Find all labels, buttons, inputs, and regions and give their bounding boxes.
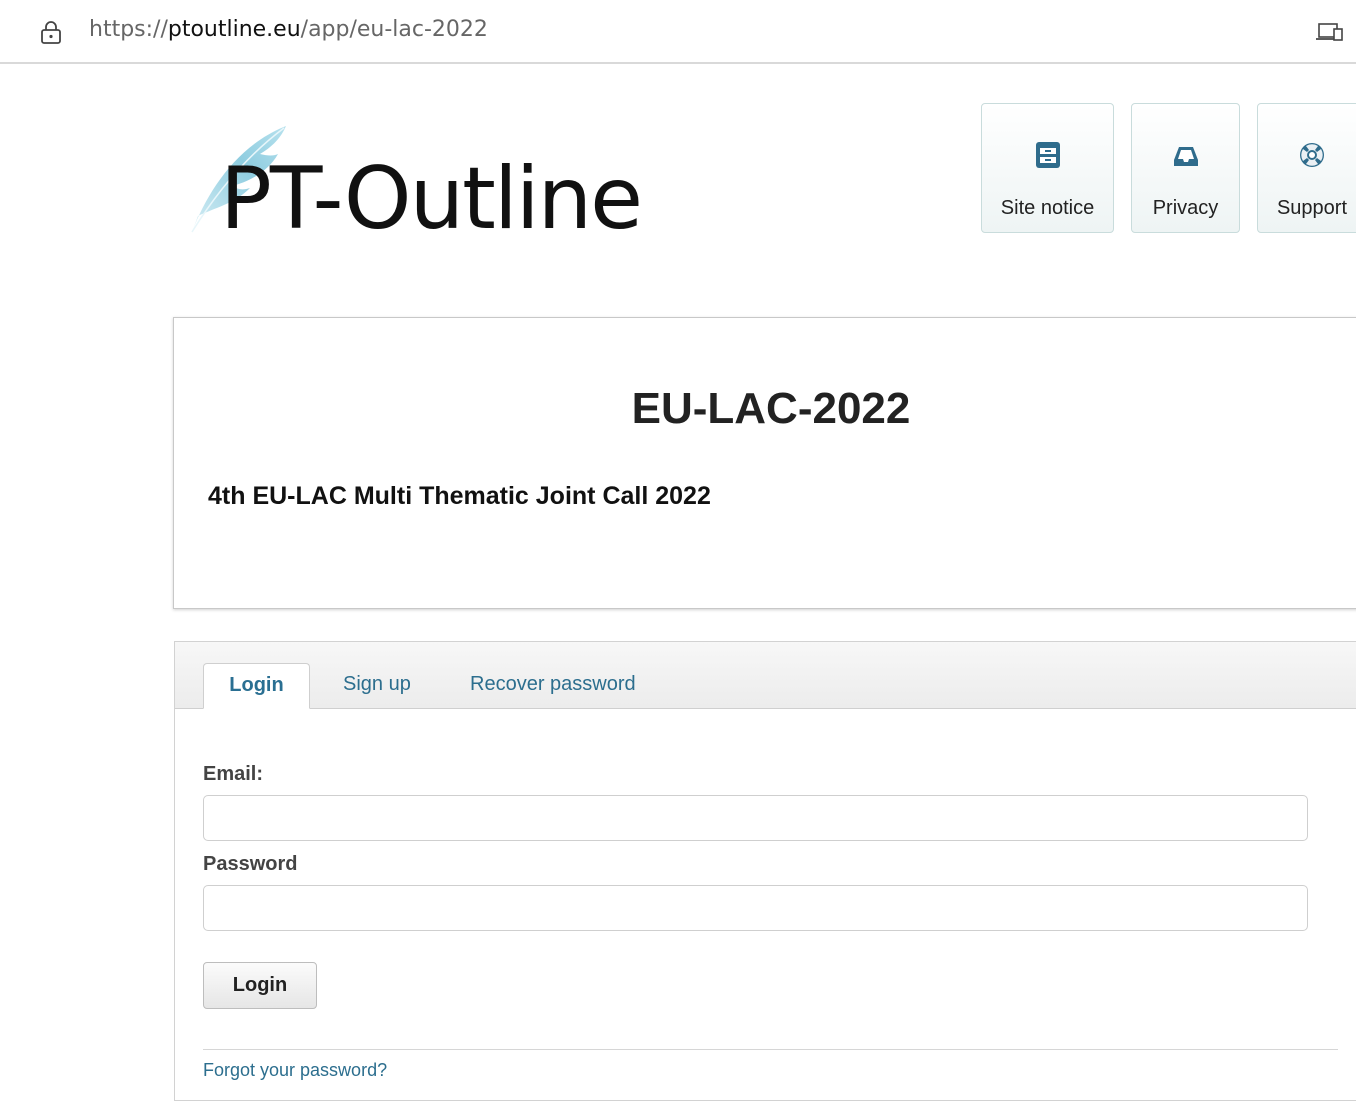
login-panel: Login Sign up Recover password Email: Pa… xyxy=(174,641,1356,1101)
call-info-panel: EU-LAC-2022 4th EU-LAC Multi Thematic Jo… xyxy=(173,317,1356,609)
call-title: EU-LAC-2022 xyxy=(631,384,911,433)
site-notice-label: Site notice xyxy=(1000,197,1095,219)
divider xyxy=(203,1049,1338,1050)
cabinet-icon xyxy=(1035,142,1060,168)
inbox-icon xyxy=(1173,147,1198,166)
pt-outline-logo[interactable]: PT-Outline xyxy=(188,120,643,250)
url-path: /app/eu-lac-2022 xyxy=(300,17,488,42)
lifebuoy-icon xyxy=(1300,143,1324,167)
email-label: Email: xyxy=(203,763,264,785)
site-notice-button[interactable]: Site notice xyxy=(981,103,1114,233)
support-button[interactable]: Support xyxy=(1257,103,1356,233)
tab-sign-up[interactable]: Sign up xyxy=(343,663,411,708)
browser-address-bar: https://ptoutline.eu/app/eu-lac-2022 xyxy=(0,0,1356,64)
url-host: ptoutline.eu xyxy=(167,17,301,42)
lock-icon[interactable] xyxy=(40,20,62,44)
url-prefix: https:// xyxy=(89,17,168,42)
privacy-label: Privacy xyxy=(1152,197,1219,219)
support-label: Support xyxy=(1276,197,1348,219)
url-text[interactable]: https://ptoutline.eu/app/eu-lac-2022 xyxy=(89,17,488,42)
logo-text: PT-Outline xyxy=(220,149,643,249)
privacy-button[interactable]: Privacy xyxy=(1131,103,1240,233)
password-label: Password xyxy=(203,853,298,875)
email-field[interactable] xyxy=(203,795,1308,841)
call-subtitle: 4th EU-LAC Multi Thematic Joint Call 202… xyxy=(208,482,711,510)
password-field[interactable] xyxy=(203,885,1308,931)
tab-recover-password[interactable]: Recover password xyxy=(470,663,636,708)
login-button[interactable]: Login xyxy=(203,962,317,1009)
device-icon[interactable] xyxy=(1316,21,1344,43)
forgot-password-link[interactable]: Forgot your password? xyxy=(203,1060,387,1081)
tab-login[interactable]: Login xyxy=(203,663,310,709)
tab-bar: Login Sign up Recover password xyxy=(175,642,1356,709)
